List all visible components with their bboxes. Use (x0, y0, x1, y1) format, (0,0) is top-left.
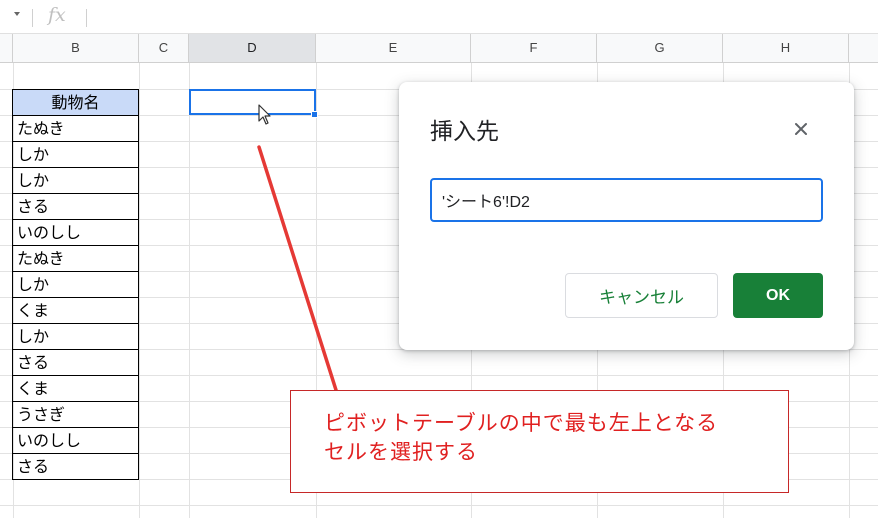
dialog-title: 挿入先 (430, 119, 499, 145)
destination-range-input[interactable] (430, 178, 823, 222)
close-icon[interactable] (790, 118, 812, 140)
annotation-callout: ピボットテーブルの中で最も左上となる セルを選択する (290, 390, 789, 493)
insert-destination-dialog: 挿入先 キャンセル OK (399, 82, 854, 350)
cancel-button[interactable]: キャンセル (565, 273, 718, 318)
ok-button[interactable]: OK (733, 273, 823, 318)
callout-line-1: ピボットテーブルの中で最も左上となる (324, 411, 719, 435)
callout-line-2: セルを選択する (324, 440, 478, 464)
